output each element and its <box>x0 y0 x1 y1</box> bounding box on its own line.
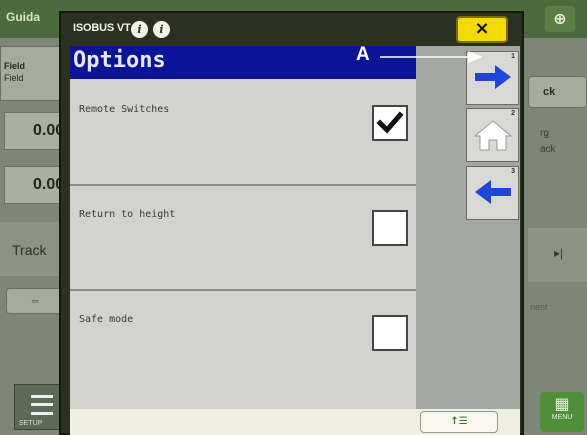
option-row[interactable]: Remote Switches <box>70 82 416 186</box>
option-row[interactable]: Safe mode <box>70 292 416 396</box>
close-button[interactable]: × <box>456 16 508 43</box>
home-button[interactable]: 2 <box>466 108 519 162</box>
bottom-bar: ↑☰ <box>70 409 520 435</box>
option-label: Return to height <box>79 209 176 220</box>
setup-label: SETUP <box>19 420 43 427</box>
remote-switches-checkbox[interactable] <box>372 105 408 141</box>
field-value: Field <box>4 73 24 83</box>
soft-key-column: 1 2 3 <box>416 46 520 409</box>
setup-button[interactable]: SETUP <box>14 384 64 430</box>
field-tile[interactable]: Field Field <box>0 46 64 101</box>
left-small-button[interactable]: ⇦ <box>6 288 64 314</box>
right-text-block: rg ack <box>528 118 587 190</box>
callout-annotation: A <box>356 44 488 68</box>
track-label[interactable]: Track <box>0 222 64 276</box>
option-row[interactable]: Return to height <box>70 187 416 291</box>
menu-button[interactable]: ▦ MENU <box>540 392 584 432</box>
checkmark-icon <box>376 111 404 134</box>
value-tile-1[interactable]: 0.00 <box>4 112 66 150</box>
safe-mode-checkbox[interactable] <box>372 315 408 351</box>
softkey-number: 2 <box>511 110 515 117</box>
menu-label: MENU <box>551 414 573 421</box>
field-label: Field <box>4 61 26 71</box>
grid-icon: ▦ <box>554 394 570 413</box>
return-to-height-checkbox[interactable] <box>372 210 408 246</box>
top-right-icon[interactable]: ⊕ <box>545 6 575 32</box>
right-text-3: nent <box>530 302 548 312</box>
info-icon[interactable]: i <box>131 21 148 38</box>
right-button-1[interactable]: ck <box>528 76 587 108</box>
right-text-2: ack <box>540 144 556 155</box>
list-icon <box>31 395 53 415</box>
value-tile-2[interactable]: 0.00 <box>4 166 66 204</box>
right-button-2[interactable]: ▸| <box>528 228 587 282</box>
callout-arrow-icon <box>380 51 483 63</box>
vt-title: ISOBUS VT <box>73 22 131 34</box>
options-panel: Options Remote Switches Return to height… <box>70 46 416 409</box>
info-icon-2[interactable]: i <box>153 21 170 38</box>
option-label: Remote Switches <box>79 104 170 115</box>
page-title: Guida <box>6 10 41 24</box>
previous-page-button[interactable]: 3 <box>466 166 519 220</box>
right-text-1: rg <box>540 128 549 139</box>
option-label: Safe mode <box>79 314 134 325</box>
home-icon <box>473 120 513 151</box>
isobus-vt-window: ISOBUS VT i i × Options Remote Switches … <box>59 11 524 435</box>
vt-title-bar: ISOBUS VT i i × <box>61 13 522 46</box>
softkey-number: 3 <box>511 168 515 175</box>
previous-page-arrow-icon <box>475 180 511 204</box>
callout-letter: A <box>356 44 370 65</box>
bottom-action-button[interactable]: ↑☰ <box>420 411 498 433</box>
softkey-number: 1 <box>511 53 515 60</box>
